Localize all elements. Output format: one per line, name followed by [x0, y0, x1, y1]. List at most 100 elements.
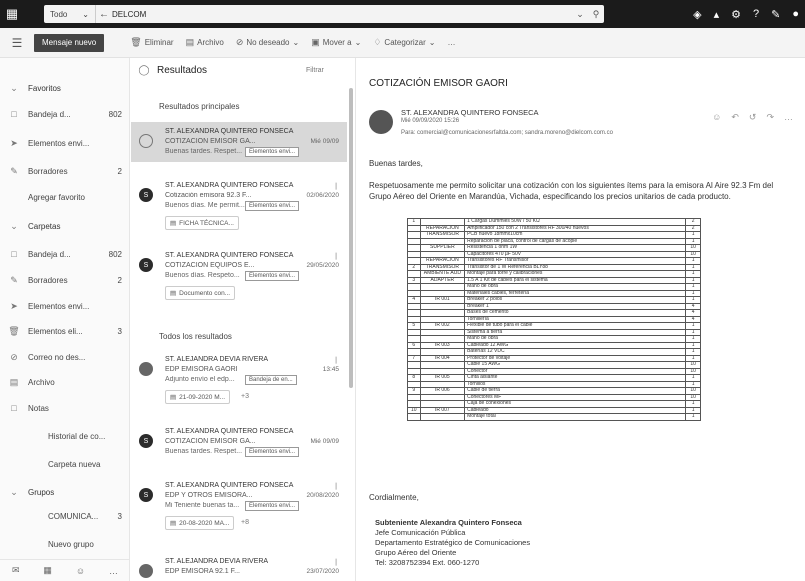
message-date: 13:45: [322, 366, 339, 373]
sidebar-item-archive[interactable]: ▤ Archivo: [0, 372, 130, 392]
table-cell: TRANSMISOR: [419, 231, 466, 239]
people-icon[interactable]: ☺: [76, 566, 85, 576]
list-item[interactable]: S ST. ALEXANDRA QUINTERO FONSECA ❘ COTIZ…: [131, 246, 347, 308]
archive-button[interactable]: ▤ Archivo: [186, 37, 224, 48]
search-scope-dropdown[interactable]: Todo ⌄: [44, 5, 96, 23]
forward-icon[interactable]: ↷: [766, 112, 774, 123]
document-icon: ▤: [170, 220, 177, 227]
calendar-icon[interactable]: ▦: [43, 565, 52, 576]
folders-label: Carpetas: [28, 221, 61, 231]
sidebar-item-group[interactable]: COMUNICA... 3: [0, 506, 130, 526]
list-item[interactable]: ST. ALEJANDRA DEVIA RIVERA ❘ EDP EMISORA…: [131, 552, 347, 581]
sender-name[interactable]: ST. ALEXANDRA QUINTERO FONSECA: [401, 108, 539, 117]
attachment-chip[interactable]: ▤ 20-08-2020 MA...: [165, 516, 235, 530]
more-apps-icon[interactable]: …: [109, 566, 118, 576]
list-item[interactable]: S ST. ALEXANDRA QUINTERO FONSECA ❘ EDP Y…: [131, 476, 347, 538]
sidebar-item-label: Borradores: [28, 275, 68, 285]
move-to-button[interactable]: ▣ Mover a ⌄: [311, 37, 361, 48]
flag-icon[interactable]: ❘: [333, 558, 339, 566]
delete-button[interactable]: 🗑 Eliminar: [130, 37, 173, 48]
feedback-icon[interactable]: ✎: [771, 8, 780, 21]
email-subject: COTIZACIÓN EMISOR GAORI: [369, 78, 508, 89]
message-date: 29/05/2020: [306, 262, 339, 269]
back-arrow-icon[interactable]: ←: [96, 9, 112, 20]
list-scrollbar[interactable]: [349, 88, 353, 388]
reply-all-icon[interactable]: ↺: [749, 112, 757, 123]
table-cell: [419, 413, 466, 421]
sidebar-item-inbox[interactable]: □ Bandeja d... 802: [0, 244, 130, 264]
sidebar-item-deleted[interactable]: 🗑 Elementos eli... 3: [0, 321, 130, 341]
search-input[interactable]: [112, 9, 572, 19]
sidebar-item-sent[interactable]: ➤ Elementos envi...: [0, 296, 130, 316]
more-actions-button[interactable]: …: [447, 38, 455, 47]
new-folder-link[interactable]: Carpeta nueva: [0, 454, 130, 474]
app-switcher: ✉ ▦ ☺ …: [0, 559, 130, 581]
select-radio[interactable]: [139, 134, 153, 148]
chevron-down-icon: ⌄: [10, 486, 18, 497]
more-attachments-count[interactable]: +8: [241, 519, 249, 526]
folders-header[interactable]: ⌄ Carpetas: [0, 216, 130, 236]
sidebar-item-history[interactable]: Historial de co...: [0, 426, 130, 446]
favorites-header[interactable]: ⌄ Favoritos: [0, 78, 130, 98]
message-preview: Buenas tardes. Respet...: [165, 148, 243, 155]
gear-icon[interactable]: ⚙: [731, 8, 741, 21]
table-cell: TRANSMISOR: [419, 263, 466, 271]
flag-icon[interactable]: ❘: [333, 182, 339, 190]
hamburger-icon[interactable]: ☰: [0, 36, 34, 50]
sidebar-item-label: Bandeja d...: [28, 109, 71, 119]
folder-tag: Elementos envi...: [245, 447, 300, 457]
table-cell: REPARACIÓN: [419, 224, 466, 232]
search-icon[interactable]: ⚲: [588, 9, 604, 20]
list-item[interactable]: ST. ALEXANDRA QUINTERO FONSECA COTIZACIÓ…: [131, 122, 347, 162]
list-item[interactable]: S ST. ALEXANDRA QUINTERO FONSECA COTIZAC…: [131, 422, 347, 468]
folder-move-icon: ▣: [311, 37, 320, 47]
emoji-icon[interactable]: ☺: [712, 112, 721, 123]
more-attachments-count[interactable]: +3: [241, 393, 249, 400]
chevron-down-icon: ⌄: [10, 82, 18, 93]
favorites-label: Favoritos: [28, 83, 61, 93]
archive-label: Archivo: [197, 38, 224, 47]
sidebar-item-notes[interactable]: □ Notas: [0, 398, 130, 418]
attachment-chip[interactable]: ▤ 21-09-2020 M...: [165, 390, 231, 404]
sender-avatar[interactable]: [369, 110, 393, 134]
message-date: 23/07/2020: [306, 568, 339, 575]
more-icon[interactable]: …: [784, 112, 793, 123]
list-item[interactable]: ST. ALEJANDRA DEVIA RIVERA ❘ EDP EMISORA…: [131, 350, 347, 412]
flag-icon[interactable]: ❘: [333, 356, 339, 364]
sidebar-item-inbox-favorite[interactable]: □ Bandeja d... 802: [0, 104, 130, 124]
flag-icon[interactable]: ❘: [333, 482, 339, 490]
skype-icon[interactable]: ◈: [693, 8, 701, 21]
new-message-button[interactable]: Mensaje nuevo: [34, 33, 105, 52]
filter-button[interactable]: Filtrar: [306, 67, 355, 74]
list-item[interactable]: S ST. ALEXANDRA QUINTERO FONSECA ❘ Cotiz…: [131, 176, 347, 238]
sidebar-item-junk[interactable]: ⊘ Correo no des...: [0, 347, 130, 367]
categorize-button[interactable]: ♢ Categorizar ⌄: [373, 37, 435, 48]
account-icon[interactable]: ●: [792, 8, 799, 20]
new-group-link[interactable]: Nuevo grupo: [0, 534, 130, 554]
flag-icon[interactable]: ❘: [333, 252, 339, 260]
bell-icon[interactable]: ▴: [714, 8, 720, 21]
add-favorite-link[interactable]: Agregar favorito: [0, 187, 130, 207]
sidebar-item-drafts-favorite[interactable]: ✎ Borradores 2: [0, 161, 130, 181]
groups-header[interactable]: ⌄ Grupos: [0, 482, 130, 502]
table-cell: 1: [685, 413, 701, 421]
message-subject: COTIZACIÓN EMISOR GA...: [165, 438, 256, 445]
sidebar-item-sent-favorite[interactable]: ➤ Elementos envi...: [0, 133, 130, 153]
message-sender: ST. ALEJANDRA DEVIA RIVERA: [165, 558, 269, 565]
block-icon: ⊘: [235, 37, 244, 47]
app-launcher-icon[interactable]: ▦: [0, 0, 24, 28]
help-icon[interactable]: ?: [753, 8, 759, 20]
sidebar-item-label: Correo no des...: [28, 352, 86, 362]
junk-button[interactable]: ⊘ No deseado ⌄: [236, 37, 299, 48]
reply-icon[interactable]: ↶: [731, 112, 739, 123]
attachment-chip[interactable]: ▤ FICHA TÉCNICA...: [165, 216, 239, 230]
clear-search-icon[interactable]: ⌄: [572, 9, 588, 20]
message-list: ◯ Resultados Filtrar Resultados principa…: [131, 58, 356, 581]
attachment-name: Documento con...: [179, 289, 231, 297]
send-icon: ➤: [10, 300, 18, 311]
attachment-chip[interactable]: ▤ Documento con...: [165, 286, 236, 300]
back-circle-icon[interactable]: ◯: [131, 65, 157, 76]
signature-tel: Tel: 3208752394 Ext. 060-1270: [375, 558, 480, 567]
mail-icon[interactable]: ✉: [12, 565, 20, 576]
sidebar-item-drafts[interactable]: ✎ Borradores 2: [0, 270, 130, 290]
